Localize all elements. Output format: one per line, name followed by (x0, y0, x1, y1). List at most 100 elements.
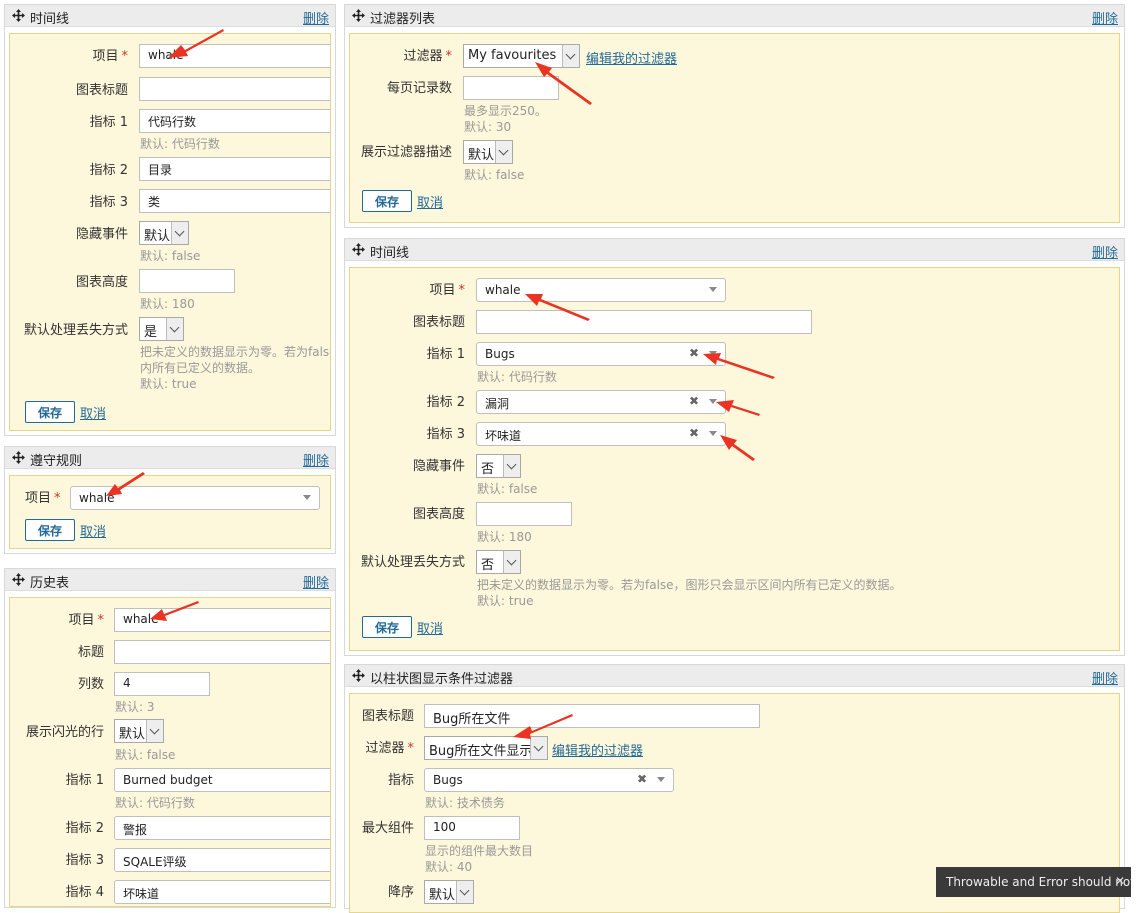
chart-title-input[interactable] (476, 310, 812, 334)
chevron-down-icon (530, 737, 547, 759)
delete-link[interactable]: 删除 (303, 572, 329, 591)
filter-select[interactable]: Bug所在文件显示 (424, 736, 548, 760)
move-icon[interactable] (12, 573, 25, 586)
save-button[interactable]: 保存 (25, 401, 75, 423)
clear-icon[interactable]: ✖ (329, 772, 330, 786)
close-icon[interactable]: ✕ (1115, 874, 1125, 888)
project-input[interactable]: whale (114, 608, 330, 632)
chart-height-label: 图表高度 (412, 507, 465, 522)
clear-icon[interactable]: ✖ (329, 820, 330, 834)
widget-form: 项目 * whale 图表标题 指标 1 代码行数 默认: 代码行数 指标 2 目… (9, 33, 331, 431)
clear-icon[interactable]: ✖ (689, 346, 699, 360)
widget-header: 历史表 删除 (5, 569, 335, 591)
page-size-input[interactable] (463, 76, 559, 100)
metric1-select[interactable]: Bugs ✖ (476, 342, 726, 366)
clear-icon[interactable]: ✖ (329, 852, 330, 866)
missing-select[interactable]: 是 (139, 317, 184, 341)
clear-icon[interactable]: ✖ (689, 426, 699, 440)
project-select[interactable]: whale (70, 486, 320, 510)
move-icon[interactable] (352, 9, 365, 22)
metric3-input[interactable]: 类 (139, 189, 330, 213)
widget-form: 过滤器 * My favourites 编辑我的过滤器 每页记录数 最多显示250… (349, 33, 1120, 223)
move-icon[interactable] (352, 243, 365, 256)
chart-title-input[interactable] (139, 77, 330, 101)
clear-icon[interactable]: ✖ (637, 772, 647, 786)
metric3-select[interactable]: 坏味道 ✖ (476, 422, 726, 446)
delete-link[interactable]: 删除 (303, 450, 329, 469)
cancel-link[interactable]: 取消 (417, 192, 443, 211)
chevron-down-icon (709, 351, 717, 356)
clear-icon[interactable]: ✖ (689, 394, 699, 408)
widget-header: 时间线 删除 (345, 239, 1124, 261)
columns-input[interactable]: 4 (114, 672, 210, 696)
cancel-link[interactable]: 取消 (417, 618, 443, 637)
metric2-label: 指标 2 (65, 821, 104, 836)
chart-height-input[interactable] (476, 502, 572, 526)
widget-filter-list: 过滤器列表 删除 过滤器 * My favourites 编辑我的过滤器 每页记录… (344, 4, 1125, 228)
missing-label: 默认处理丢失方式 (360, 555, 465, 570)
project-select[interactable]: whale (476, 278, 726, 302)
edit-filters-link[interactable]: 编辑我的过滤器 (552, 740, 643, 759)
metric1-input[interactable]: 代码行数 (139, 109, 330, 133)
delete-link[interactable]: 删除 (1092, 668, 1118, 687)
hide-events-select[interactable]: 否 (476, 454, 521, 478)
hide-events-label: 隐藏事件 (75, 227, 128, 242)
cancel-link[interactable]: 取消 (80, 403, 106, 422)
metric3-select[interactable]: SQALE评级✖ (114, 848, 330, 872)
move-icon[interactable] (352, 669, 365, 682)
chart-height-input[interactable] (139, 269, 235, 293)
widget-form: 项目 * whale 标题 列数 4 默认: 3 展示闪光的行 默认 默认: fa… (9, 597, 331, 907)
chevron-down-icon (456, 881, 473, 903)
hide-events-select[interactable]: 默认 (139, 221, 189, 245)
cancel-link[interactable]: 取消 (80, 521, 106, 540)
edit-filters-link[interactable]: 编辑我的过滤器 (586, 48, 677, 67)
widget-form: 项目 * whale 图表标题 指标 1 Bugs ✖ 默认: 代码行数 指标 2 … (349, 267, 1120, 651)
widget-history-table: 历史表 删除 项目 * whale 标题 列数 4 默认: 3 展示闪光的行 默认… (4, 568, 336, 908)
widget-compliance: 遵守规则 删除 项目 * whale 保存 取消 (4, 446, 336, 554)
metric-select[interactable]: Bugs ✖ (424, 768, 674, 792)
widget-title: 时间线 (30, 12, 70, 27)
metric1-label: 指标 1 (426, 347, 465, 362)
chevron-down-icon (709, 287, 717, 292)
metric2-input[interactable]: 目录 (139, 157, 330, 181)
metric2-select[interactable]: 警报✖ (114, 816, 330, 840)
chevron-down-icon (495, 141, 512, 163)
filter-select[interactable]: My favourites (463, 44, 580, 68)
widget-form: 项目 * whale 保存 取消 (9, 475, 331, 549)
save-button[interactable]: 保存 (362, 190, 412, 212)
title-input[interactable] (114, 640, 330, 664)
metric4-label: 指标 4 (65, 885, 104, 900)
chart-height-label: 图表高度 (75, 275, 128, 290)
save-button[interactable]: 保存 (25, 519, 75, 541)
chevron-down-icon (146, 720, 163, 742)
missing-default: 默认: true (477, 594, 534, 608)
delete-link[interactable]: 删除 (1092, 242, 1118, 261)
widget-timeline-2: 时间线 删除 项目 * whale 图表标题 指标 1 Bugs ✖ 默认: 代码行… (344, 238, 1125, 656)
notification-toast[interactable]: Throwable and Error should not... ✕ (936, 867, 1131, 897)
chevron-down-icon (709, 399, 717, 404)
flash-select[interactable]: 默认 (114, 719, 164, 743)
chart-title-label: 图表标题 (412, 315, 465, 330)
move-icon[interactable] (12, 9, 25, 22)
chart-title-input[interactable]: Bug所在文件 (424, 704, 760, 728)
chevron-down-icon (562, 45, 579, 67)
move-icon[interactable] (12, 451, 25, 464)
save-button[interactable]: 保存 (362, 616, 412, 638)
metric3-label: 指标 3 (426, 427, 465, 442)
missing-default: 默认: true (140, 377, 197, 391)
show-desc-select[interactable]: 默认 (463, 140, 513, 164)
widget-title: 时间线 (370, 246, 410, 261)
clear-icon[interactable]: ✖ (329, 884, 330, 898)
missing-select[interactable]: 否 (476, 550, 521, 574)
delete-link[interactable]: 删除 (1092, 8, 1118, 27)
project-input[interactable]: whale (139, 44, 330, 68)
widget-header: 以柱状图显示条件过滤器 删除 (345, 665, 1124, 687)
delete-link[interactable]: 删除 (303, 8, 329, 27)
sort-select[interactable]: 默认 (424, 880, 474, 904)
metric1-select[interactable]: Burned budget✖ (114, 768, 330, 792)
metric2-select[interactable]: 漏洞 ✖ (476, 390, 726, 414)
missing-hint: 把未定义的数据显示为零。若为false (140, 345, 331, 359)
sort-label: 降序 (387, 885, 414, 900)
metric4-select[interactable]: 坏味道✖ (114, 880, 330, 904)
max-components-input[interactable]: 100 (424, 816, 520, 840)
